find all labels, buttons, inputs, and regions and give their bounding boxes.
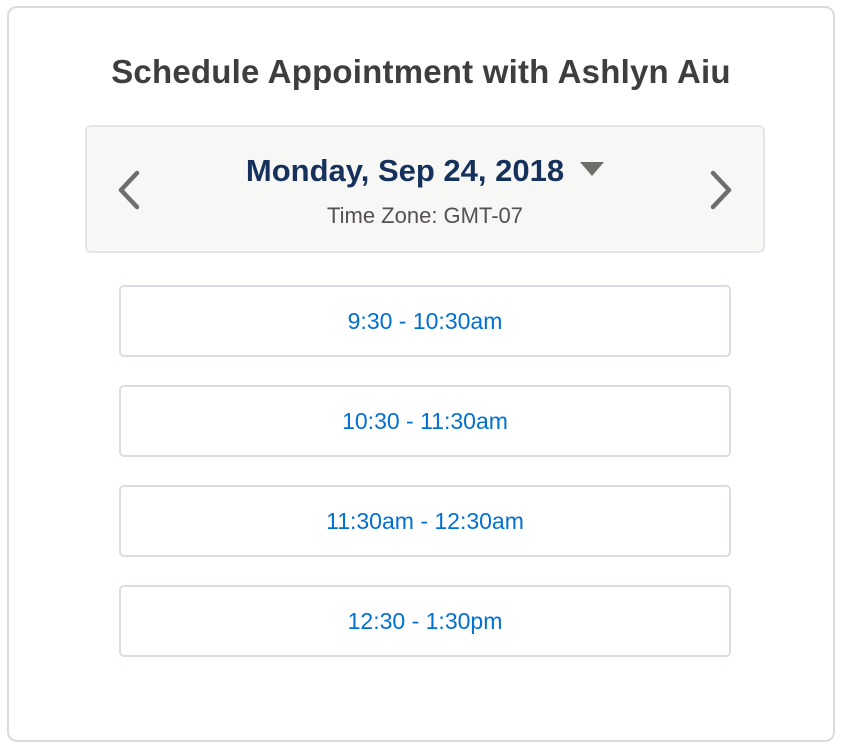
date-picker-button[interactable]: Monday, Sep 24, 2018 bbox=[245, 153, 605, 189]
appointment-card: Schedule Appointment with Ashlyn Aiu Mon… bbox=[7, 6, 835, 742]
next-day-button[interactable] bbox=[701, 165, 741, 215]
date-navigator: Monday, Sep 24, 2018 Time Zone: GMT-07 bbox=[85, 125, 765, 253]
caret-down-icon bbox=[580, 162, 605, 176]
chevron-right-icon bbox=[710, 170, 732, 210]
timezone-label: Time Zone: GMT-07 bbox=[326, 203, 523, 228]
date-row: Monday, Sep 24, 2018 bbox=[87, 153, 763, 189]
selected-date: Monday, Sep 24, 2018 bbox=[245, 153, 565, 188]
time-slot-list: 9:30 - 10:30am 10:30 - 11:30am 11:30am -… bbox=[119, 285, 731, 685]
time-slot-button[interactable]: 12:30 - 1:30pm bbox=[119, 585, 731, 657]
page-title: Schedule Appointment with Ashlyn Aiu bbox=[111, 53, 731, 90]
time-slot-button[interactable]: 10:30 - 11:30am bbox=[119, 385, 731, 457]
time-slot-button[interactable]: 11:30am - 12:30am bbox=[119, 485, 731, 557]
time-slot-button[interactable]: 9:30 - 10:30am bbox=[119, 285, 731, 357]
